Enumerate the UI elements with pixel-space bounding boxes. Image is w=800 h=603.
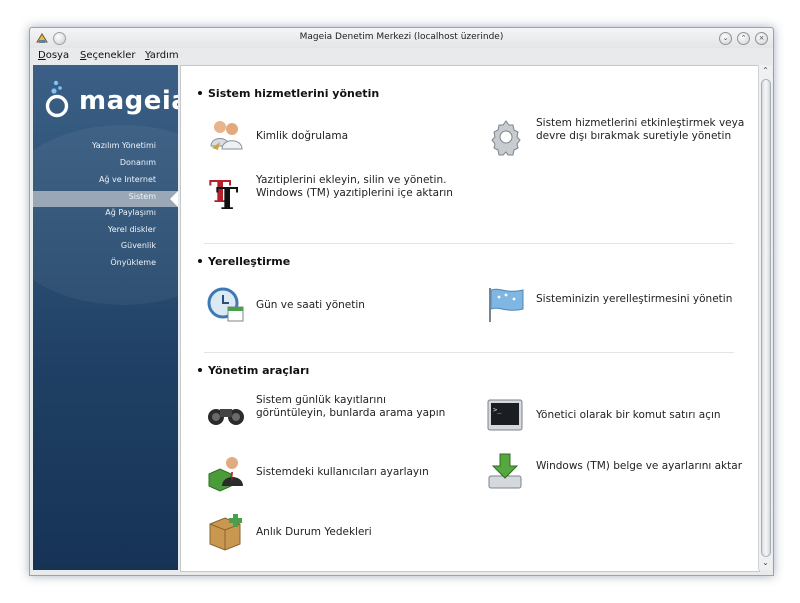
- item-label: Windows (TM) belge ve ayarlarını aktar: [536, 460, 743, 472]
- item-kullanicilar[interactable]: Sistemdeki kullanıcıları ayarlayın: [206, 452, 476, 496]
- users-auth-icon: [210, 121, 243, 150]
- menu-secenekler[interactable]: Seçenekler: [80, 50, 136, 61]
- item-gun-ve-saat[interactable]: Gün ve saati yönetin: [206, 285, 456, 329]
- bullet-icon: [198, 368, 202, 372]
- menu-mnemonic: D: [38, 50, 46, 61]
- section-title-text: Sistem hizmetlerini yönetin: [208, 87, 380, 100]
- maximize-button[interactable]: ⌃: [737, 32, 750, 45]
- item-label: Sistem günlük kayıtlarını görüntüleyin, …: [256, 394, 446, 419]
- svg-text:>_: >_: [493, 406, 502, 414]
- sidebar-item-yerel-diskler[interactable]: Yerel diskler: [108, 225, 156, 239]
- logo-text: mageia: [79, 86, 178, 116]
- nav-selection-arrow: [170, 191, 178, 207]
- app-window: Mageia Denetim Merkezi (localhost üzerin…: [29, 27, 774, 576]
- nav-selection-highlight: [33, 191, 178, 207]
- sidebar-item-sistem[interactable]: Sistem: [129, 192, 156, 206]
- item-label: Sisteminizin yerelleştirmesini yönetin: [536, 293, 733, 305]
- terminal-icon: >_: [487, 399, 523, 431]
- mageia-logo-icon: [45, 80, 69, 118]
- main-content: Sistem hizmetlerini yönetin Kimlik doğru…: [180, 65, 760, 572]
- scroll-down-arrow-icon[interactable]: ⌄: [759, 557, 772, 569]
- item-yerellestirme[interactable]: Sisteminizin yerelleştirmesini yönetin: [486, 285, 746, 329]
- item-label: Anlık Durum Yedekleri: [256, 526, 372, 538]
- item-yazitipleri[interactable]: T T Yazıtiplerini ekleyin, silin ve yöne…: [206, 172, 476, 224]
- item-label: Yazıtiplerini ekleyin, silin ve yönetin.…: [256, 174, 453, 199]
- close-button[interactable]: ×: [755, 32, 768, 45]
- item-kimlik-dogrulama[interactable]: Kimlik doğrulama: [206, 116, 456, 160]
- sidebar-item-guvenlik[interactable]: Güvenlik: [121, 241, 156, 255]
- menu-label: osya: [45, 50, 70, 61]
- bullet-icon: [198, 91, 202, 95]
- gear-icon: [491, 120, 521, 156]
- window-title: Mageia Denetim Merkezi (localhost üzerin…: [299, 32, 504, 42]
- mageia-logo: mageia: [41, 77, 178, 121]
- menu-yardim[interactable]: Yardım: [145, 50, 179, 61]
- menu-label: eçenekler: [86, 50, 136, 61]
- sidebar-item-onyukleme[interactable]: Önyükleme: [110, 258, 156, 272]
- section-title-text: Yönetim araçları: [208, 364, 310, 377]
- item-label: Gün ve saati yönetin: [256, 299, 365, 311]
- scroll-up-arrow-icon[interactable]: ⌃: [759, 65, 772, 77]
- download-import-icon: [488, 453, 522, 489]
- section-separator: [204, 352, 734, 353]
- section-title: Yönetim araçları: [198, 364, 309, 377]
- font-icon: T T: [209, 175, 239, 212]
- flag-icon: [489, 288, 524, 322]
- sidebar-item-yazilim-yonetimi[interactable]: Yazılım Yönetimi: [92, 141, 156, 155]
- menu-bar: Dosya Seçenekler Yardım: [30, 48, 773, 64]
- bullet-icon: [198, 259, 202, 263]
- sidebar-item-ag-ve-internet[interactable]: Ağ ve Internet: [99, 175, 156, 189]
- item-label: Kimlik doğrulama: [256, 130, 349, 142]
- item-sistem-hizmetleri[interactable]: Sistem hizmetlerini etkinleştirmek veya …: [486, 116, 746, 164]
- item-label: Sistemdeki kullanıcıları ayarlayın: [256, 466, 429, 478]
- item-komut-satiri[interactable]: >_ Yönetici olarak bir komut satırı açın: [486, 395, 756, 439]
- item-windows-aktar[interactable]: Windows (TM) belge ve ayarlarını aktar: [486, 452, 746, 498]
- section-title: Yerelleştirme: [198, 255, 290, 268]
- section-title: Sistem hizmetlerini yönetin: [198, 87, 379, 100]
- item-gunluk-kayitlari[interactable]: Sistem günlük kayıtlarını görüntüleyin, …: [206, 392, 466, 440]
- binoculars-icon: [208, 409, 244, 425]
- item-label: Sistem hizmetlerini etkinleştirmek veya …: [536, 117, 745, 142]
- vertical-scrollbar[interactable]: ⌃ ⌄: [758, 65, 772, 570]
- minimize-button[interactable]: ⌄: [719, 32, 732, 45]
- section-title-text: Yerelleştirme: [208, 255, 291, 268]
- menu-label: ardım: [149, 50, 179, 61]
- clock-calendar-icon: [207, 287, 244, 322]
- scrollbar-thumb[interactable]: [761, 79, 771, 557]
- section-separator: [204, 243, 734, 244]
- svg-text:T: T: [216, 182, 239, 212]
- backup-box-icon: [209, 514, 242, 551]
- sidebar-item-donanim[interactable]: Donanım: [120, 158, 156, 172]
- title-bar[interactable]: Mageia Denetim Merkezi (localhost üzerin…: [30, 28, 773, 48]
- user-management-icon: [208, 457, 243, 492]
- item-anlik-durum-yedekleri[interactable]: Anlık Durum Yedekleri: [206, 512, 456, 556]
- menu-dosya[interactable]: Dosya: [38, 50, 69, 61]
- sidebar-item-ag-paylasimi[interactable]: Ağ Paylaşımı: [105, 208, 156, 222]
- sidebar: mageia Yazılım Yönetimi Donanım Ağ ve In…: [33, 65, 178, 570]
- item-label: Yönetici olarak bir komut satırı açın: [536, 409, 721, 421]
